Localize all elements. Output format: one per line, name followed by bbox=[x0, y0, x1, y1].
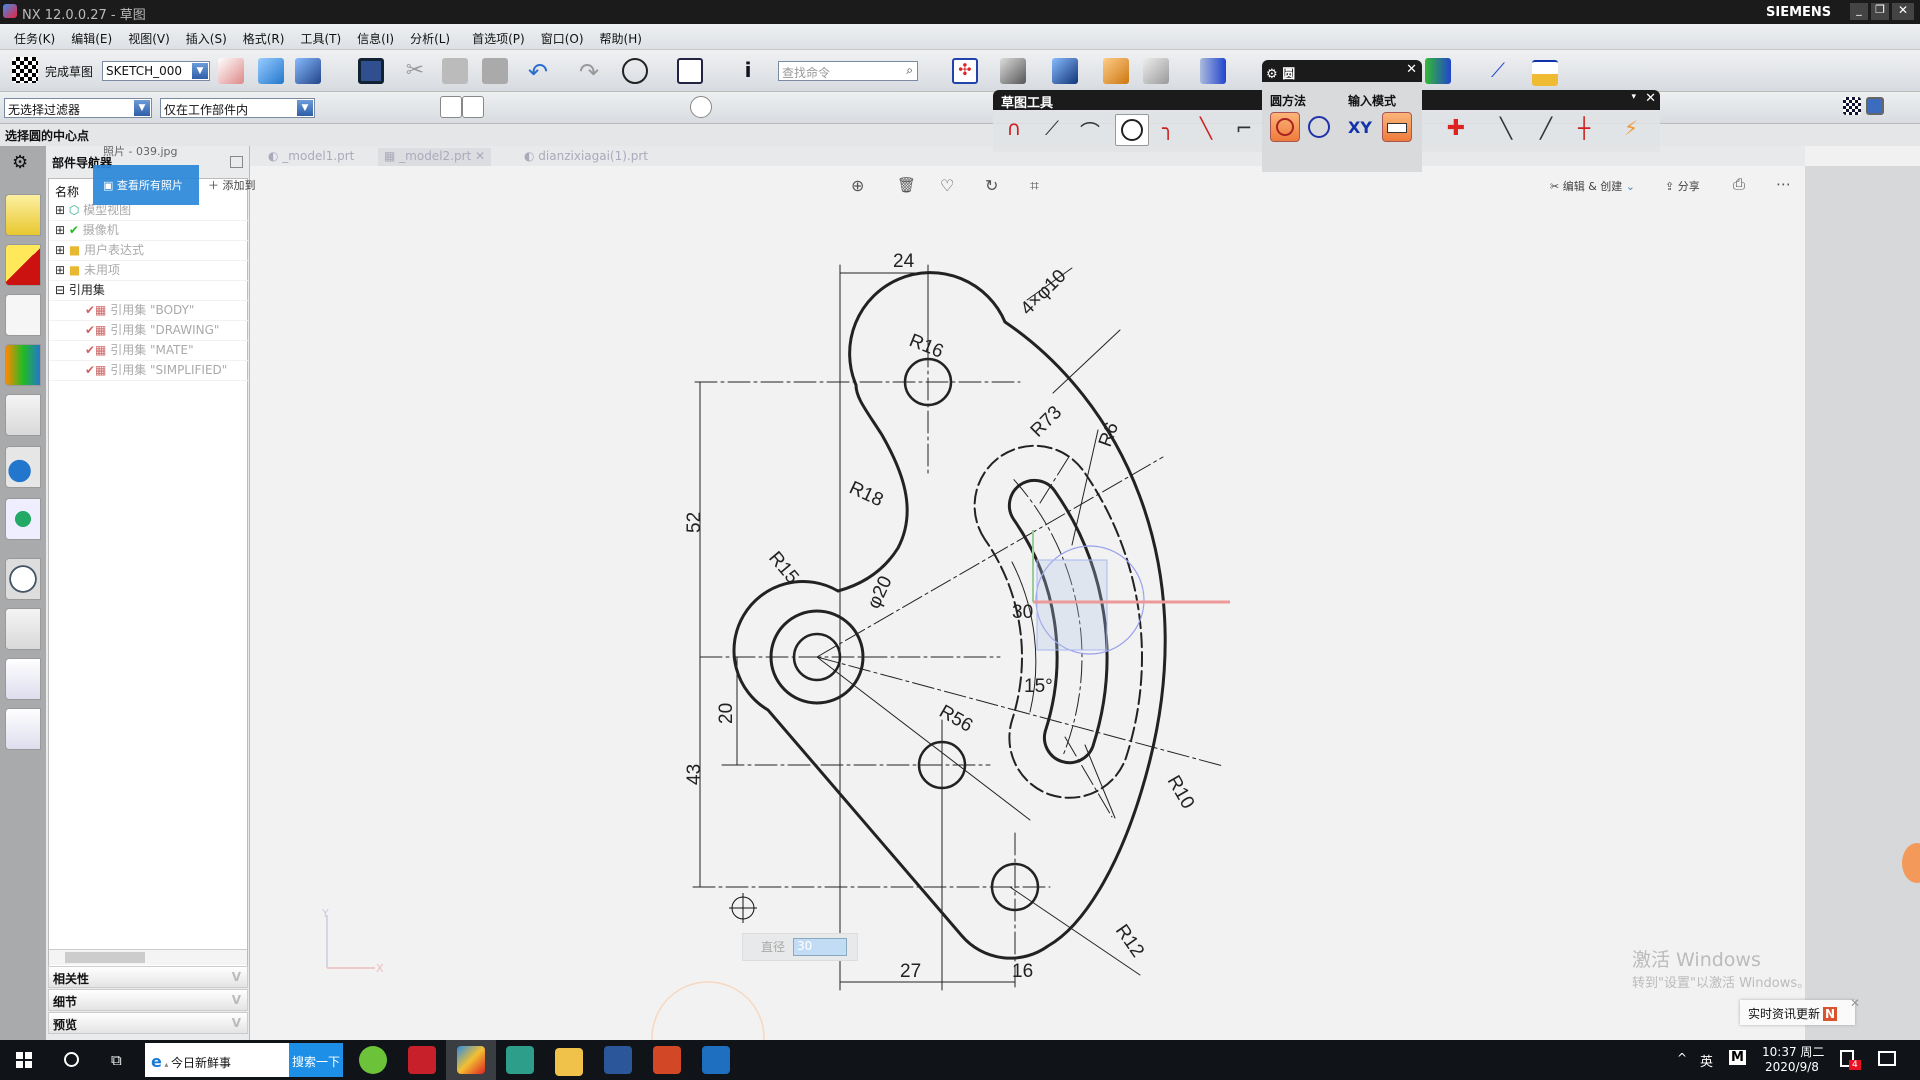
task-view-icon[interactable]: ⧉ bbox=[111, 1051, 122, 1069]
taskbar: ⧉ e ▴ 今日新鲜事 搜索一下 ^ 英 M 10:37 周二 2020/9/8… bbox=[0, 1040, 1920, 1080]
dim-27: 27 bbox=[900, 961, 921, 982]
view-all-label: 查看所有照片 bbox=[116, 179, 183, 192]
cortana-icon[interactable] bbox=[64, 1052, 79, 1067]
activation-watermark-subtitle: 转到"设置"以激活 Windows。 bbox=[1632, 976, 1811, 991]
dim-r18: R18 bbox=[846, 477, 886, 511]
dim-r6: R6 bbox=[1095, 420, 1123, 450]
add-to-button[interactable]: ＋ 添加到 bbox=[208, 177, 256, 193]
tray-ime[interactable]: M bbox=[1729, 1050, 1746, 1065]
dim-24: 24 bbox=[893, 251, 915, 272]
edit-create-label: 编辑 & 创建 bbox=[1562, 180, 1623, 193]
favorite-heart-icon[interactable]: ♡ bbox=[940, 176, 954, 195]
crosshair-cursor-icon bbox=[729, 893, 757, 923]
dim-angle-30: 30 bbox=[1012, 602, 1033, 623]
search-text: 今日新鲜事 bbox=[170, 1056, 231, 1070]
dynamic-input-box: 直径 30 bbox=[742, 933, 858, 961]
dimension-labels: 24 52 43 20 27 16 30 15° R16 4×φ10 R73 R… bbox=[684, 251, 1198, 982]
plus-icon: ＋ bbox=[208, 179, 223, 192]
delete-icon[interactable]: 🗑 bbox=[897, 176, 916, 194]
dim-angle-15: 15° bbox=[1024, 676, 1053, 697]
app-nx-icon[interactable] bbox=[457, 1046, 485, 1074]
dim-52: 52 bbox=[684, 512, 705, 533]
share-label: 分享 bbox=[1677, 180, 1700, 193]
ie-search-box[interactable]: e ▴ 今日新鲜事 bbox=[145, 1043, 289, 1077]
wcs-axis-y: Y bbox=[321, 907, 329, 920]
sketch-preview bbox=[326, 530, 1230, 1080]
dropdown-icon: ▴ bbox=[161, 1060, 171, 1069]
app-photos-icon[interactable] bbox=[702, 1046, 730, 1074]
maximize-photo-icon[interactable] bbox=[230, 156, 243, 168]
app-red-tool-icon[interactable] bbox=[408, 1046, 436, 1074]
more-icon[interactable]: ⋯ bbox=[1776, 175, 1791, 193]
ie-icon: e bbox=[151, 1052, 162, 1071]
app-word-icon[interactable] bbox=[604, 1046, 632, 1074]
dim-43: 43 bbox=[684, 764, 705, 785]
dim-r16: R16 bbox=[906, 330, 946, 363]
diameter-input[interactable]: 30 bbox=[793, 938, 847, 956]
news-n-icon: N bbox=[1823, 1007, 1838, 1021]
sketch-drawing: 24 52 43 20 27 16 30 15° R16 4×φ10 R73 R… bbox=[321, 251, 1230, 1080]
wcs-axis-x: X bbox=[376, 962, 384, 975]
dim-r12: R12 bbox=[1111, 921, 1148, 962]
rotate-icon[interactable]: ↻ bbox=[985, 176, 998, 195]
add-to-label: 添加到 bbox=[222, 179, 256, 192]
photo-icon: ▣ bbox=[103, 179, 117, 192]
app-360-browser-icon[interactable] bbox=[359, 1046, 387, 1074]
app-autocad-icon[interactable] bbox=[506, 1046, 534, 1074]
share-button[interactable]: ⇪ 分享 bbox=[1665, 178, 1700, 194]
tray-language[interactable]: 英 bbox=[1700, 1051, 1713, 1070]
dim-r10: R10 bbox=[1163, 772, 1199, 813]
edit-create-button[interactable]: ✂ 编辑 & 创建 ⌄ bbox=[1550, 178, 1635, 194]
tray-date[interactable]: 2020/9/8 bbox=[1765, 1060, 1819, 1074]
crop-icon[interactable]: ⌗ bbox=[1030, 176, 1039, 196]
app-file-explorer-icon[interactable] bbox=[555, 1048, 583, 1076]
diameter-label: 直径 bbox=[761, 940, 786, 954]
search-button[interactable]: 搜索一下 bbox=[289, 1043, 343, 1077]
notification-count-badge: 4 bbox=[1849, 1060, 1861, 1070]
dim-20: 20 bbox=[716, 703, 737, 724]
news-popup-label: 实时资讯更新 bbox=[1748, 1007, 1821, 1021]
zoom-in-icon[interactable]: ⊕ bbox=[851, 176, 864, 195]
news-close-icon[interactable]: ✕ bbox=[1850, 996, 1860, 1010]
dim-r73: R73 bbox=[1027, 402, 1066, 441]
dim-16: 16 bbox=[1012, 961, 1033, 982]
print-icon[interactable]: ⎙ bbox=[1733, 175, 1745, 193]
tray-time[interactable]: 10:37 周二 bbox=[1762, 1043, 1824, 1060]
action-center-icon[interactable] bbox=[1878, 1051, 1896, 1066]
edit-tools-icon: ✂ bbox=[1550, 180, 1563, 193]
photo-title: 照片 - 039.jpg bbox=[103, 145, 178, 158]
share-icon: ⇪ bbox=[1665, 180, 1678, 193]
activation-watermark-title: 激活 Windows bbox=[1632, 949, 1761, 971]
app-powerpoint-icon[interactable] bbox=[653, 1046, 681, 1074]
windows-start-icon[interactable] bbox=[16, 1052, 32, 1068]
view-all-photos-button[interactable]: ▣ 查看所有照片 bbox=[93, 165, 199, 205]
news-popup[interactable]: 实时资讯更新 N bbox=[1740, 1000, 1855, 1025]
dim-holes: 4×φ10 bbox=[1017, 266, 1071, 320]
chevron-down-icon: ⌄ bbox=[1622, 180, 1636, 193]
tray-show-hidden-icon[interactable]: ^ bbox=[1677, 1051, 1687, 1065]
